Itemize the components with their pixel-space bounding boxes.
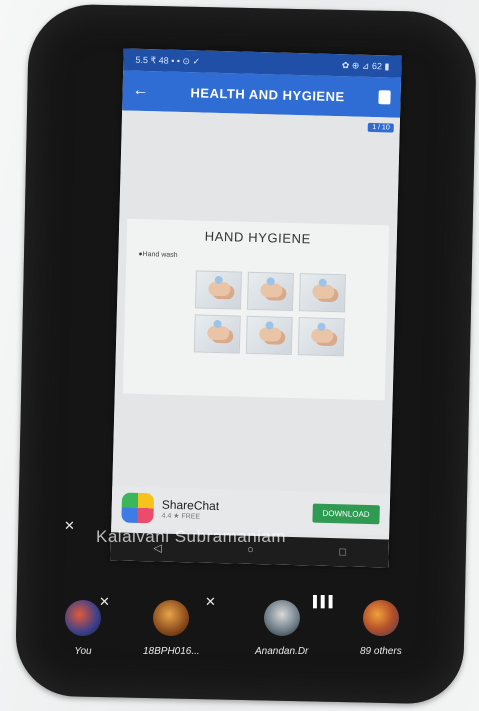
avatar (65, 600, 101, 636)
shared-screen: 5.5 ₹ 48 • • ⊙ ✓ ✿ ⊕ ⊿ 62 ▮ ← HEALTH AND… (110, 48, 402, 568)
handwash-step-image (298, 273, 346, 313)
slide-title: HAND HYGIENE (204, 228, 312, 247)
participant-tile[interactable]: 89 others (360, 600, 402, 657)
back-arrow-icon[interactable]: ← (132, 82, 156, 101)
participant-name: 89 others (360, 646, 402, 657)
handwash-steps-grid (193, 270, 346, 357)
participant-tile[interactable]: Anandan.Dr (255, 600, 308, 657)
speaking-indicator-icon: ▌▌▌ (313, 596, 337, 608)
handwash-step-image (245, 315, 293, 355)
participant-name: 18BPH016... (143, 646, 200, 657)
app-bar-title: HEALTH AND HYGIENE (190, 84, 345, 104)
participant-tile[interactable]: 18BPH016... (143, 600, 200, 657)
avatar (362, 600, 399, 636)
participant-strip: You ✕ 18BPH016... ✕ Anandan.Dr ▌▌▌ 89 ot… (55, 594, 455, 680)
handwash-step-image (297, 317, 345, 357)
document-icon[interactable] (378, 90, 391, 105)
slide-bullet: ●Hand wash (138, 250, 178, 259)
mic-off-icon: ✕ (99, 594, 110, 609)
avatar (263, 600, 300, 636)
status-left: 5.5 ₹ 48 • • ⊙ ✓ (135, 54, 201, 66)
participant-tile[interactable]: You (65, 600, 101, 657)
participant-name: You (74, 646, 92, 657)
mic-off-icon: ✕ (205, 594, 216, 609)
handwash-step-image (194, 270, 242, 310)
avatar (153, 600, 190, 636)
mic-off-icon: ✕ (64, 518, 75, 533)
download-button[interactable]: DOWNLOAD (312, 503, 380, 524)
sharechat-logo-icon (121, 492, 155, 524)
active-speaker-name: Kalaivani Subramaniam (96, 527, 287, 546)
handwash-step-image (246, 271, 294, 311)
slide: HAND HYGIENE ●Hand wash (122, 218, 390, 401)
page-badge: 1 / 10 (368, 122, 394, 133)
handwash-step-image (193, 314, 241, 354)
status-right: ✿ ⊕ ⊿ 62 ▮ (341, 59, 390, 71)
participant-name: Anandan.Dr (255, 646, 309, 657)
nav-recent-icon[interactable]: □ (339, 546, 346, 558)
